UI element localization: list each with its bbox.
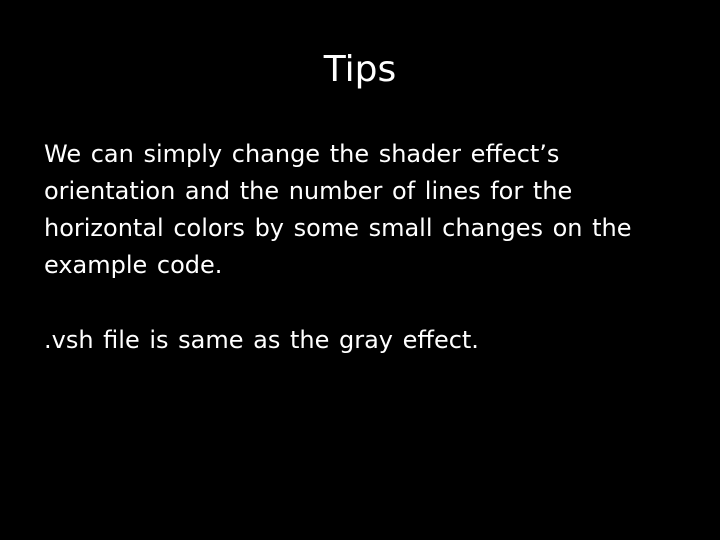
slide: Tips We can simply change the shader eff… <box>0 0 720 540</box>
body-paragraph-vsh-note: .vsh file is same as the gray effect. <box>44 326 479 354</box>
slide-body: We can simply change the shader effect’s… <box>44 136 694 359</box>
body-paragraph-shader-tip: We can simply change the shader effect’s… <box>44 140 632 279</box>
slide-title: Tips <box>323 49 397 90</box>
